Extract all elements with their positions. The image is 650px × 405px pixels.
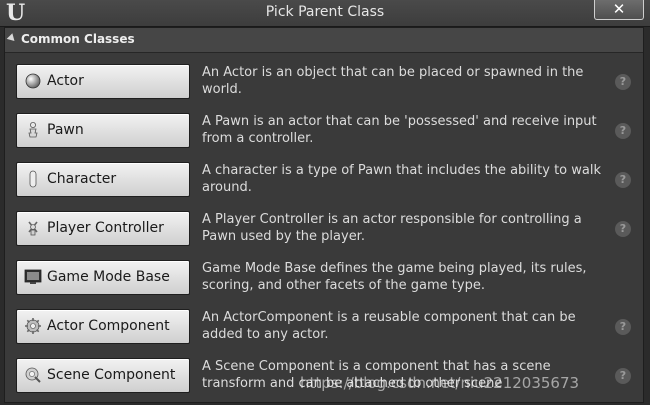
close-button[interactable]: ✕ (594, 0, 644, 20)
collapse-arrow-icon[interactable] (6, 33, 18, 44)
actor-description: An Actor is an object that can be placed… (202, 65, 584, 97)
game-mode-monitor-icon (24, 269, 42, 284)
player-controller-icon (28, 221, 38, 236)
actor-component-description: An ActorComponent is a reusable componen… (202, 310, 576, 342)
player-controller-button[interactable]: Player Controller (16, 211, 190, 246)
actor-component-button-label: Actor Component (47, 318, 170, 334)
class-row-player-controller: Player Controller A Player Controller is… (5, 206, 643, 252)
scene-component-button[interactable]: Scene Component (16, 358, 190, 393)
actor-button[interactable]: Actor (16, 64, 190, 99)
help-icon[interactable]: ? (615, 221, 631, 237)
common-classes-header[interactable]: Common Classes (5, 28, 643, 53)
character-description: A character is a type of Pawn that inclu… (202, 163, 601, 195)
player-controller-description: A Player Controller is an actor responsi… (202, 212, 582, 244)
title-bar: U Pick Parent Class ✕ (0, 0, 650, 27)
pawn-description: A Pawn is an actor that can be 'possesse… (202, 114, 597, 146)
pawn-button[interactable]: Pawn (16, 113, 190, 148)
scene-component-button-label: Scene Component (47, 367, 176, 383)
help-icon[interactable]: ? (615, 319, 631, 335)
actor-component-icon (25, 318, 41, 334)
player-controller-button-label: Player Controller (47, 220, 164, 236)
window-title: Pick Parent Class (265, 4, 385, 20)
pawn-button-label: Pawn (47, 122, 84, 138)
character-capsule-icon (29, 170, 37, 188)
character-button-label: Character (47, 171, 117, 187)
actor-component-button[interactable]: Actor Component (16, 309, 190, 344)
help-icon[interactable]: ? (615, 74, 631, 90)
game-mode-base-description: Game Mode Base defines the game being pl… (202, 261, 587, 293)
class-row-actor-component: Actor Component An ActorComponent is a r… (5, 304, 643, 350)
class-row-actor: Actor An Actor is an object that can be … (5, 59, 643, 105)
class-row-character: Character A character is a type of Pawn … (5, 157, 643, 203)
help-icon[interactable]: ? (615, 172, 631, 188)
class-picker-panel: Common Classes Actor An Actor is an obje… (4, 27, 644, 403)
scene-component-icon (25, 367, 41, 383)
actor-sphere-icon (25, 73, 41, 89)
game-mode-base-button[interactable]: Game Mode Base (16, 260, 190, 295)
watermark-url: https://blog.csdn.net/niu2212035673 (300, 374, 580, 392)
section-label: Common Classes (21, 32, 135, 46)
help-icon[interactable]: ? (615, 368, 631, 384)
character-button[interactable]: Character (16, 162, 190, 197)
class-row-game-mode-base: Game Mode Base Game Mode Base defines th… (5, 255, 643, 301)
class-row-pawn: Pawn A Pawn is an actor that can be 'pos… (5, 108, 643, 154)
pawn-icon (28, 122, 38, 138)
actor-button-label: Actor (47, 73, 84, 89)
help-icon[interactable]: ? (615, 123, 631, 139)
game-mode-base-button-label: Game Mode Base (47, 269, 170, 285)
